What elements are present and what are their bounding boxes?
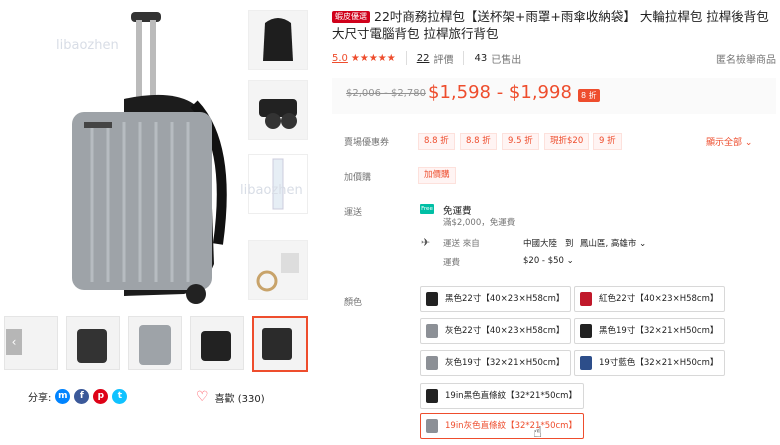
vouchers-label: 賣場優惠券 <box>344 138 390 148</box>
ship-to-label: 到 <box>565 239 574 249</box>
ship-to-value: 鳳山區, 高雄市 <box>580 239 637 249</box>
facebook-icon[interactable]: f <box>74 389 90 404</box>
chevron-down-icon: ⌄ <box>636 239 647 249</box>
thumb-4-active[interactable] <box>252 316 308 372</box>
thumbnail-strip: ‹ <box>4 316 314 372</box>
watermark-text: libaozhen <box>56 38 119 53</box>
chevron-down-icon: ⌄ <box>744 138 753 148</box>
like-button[interactable]: ♡ 喜歡 (330) <box>196 389 265 405</box>
shipping-fee-label: 運費 <box>443 258 461 268</box>
share-label: 分享: <box>28 393 52 404</box>
ship-from-value: 中國大陸 <box>523 239 558 249</box>
voucher-4[interactable]: 現折$20 <box>544 133 590 150</box>
pinterest-icon[interactable]: p <box>93 389 109 404</box>
main-product-image[interactable]: libaozhen <box>4 4 230 309</box>
addon-label: 加價購 <box>344 173 372 183</box>
option-label: 灰色19寸【32×21×H50cm】 <box>445 358 565 368</box>
color-option-black-19[interactable]: 黑色19寸【32×21×H50cm】 <box>574 318 726 344</box>
product-title: 蝦皮優選 22吋商務拉桿包【送杯架+雨罩+雨傘收納袋】 大輪拉桿包 拉桿後背包 大… <box>332 8 776 42</box>
reviews-label: 評價 <box>433 54 454 66</box>
rating-row: 5.0 ★★★★★ 22 評價 43 已售出 匿名檢舉商品 <box>332 50 776 66</box>
ship-from-label: 運送 來自 <box>443 239 480 249</box>
thumb-1[interactable] <box>66 316 120 370</box>
option-label: 黑色22寸【40×23×H58cm】 <box>445 294 565 304</box>
sold-label: 已售出 <box>491 54 522 66</box>
option-label: 19in黑色直條紋【32*21*50cm】 <box>445 391 577 401</box>
free-shipping-sub: 滿$2,000，免運費 <box>443 218 516 228</box>
option-label: 19寸藍色【32×21×H50cm】 <box>599 358 719 368</box>
color-option-gray-22[interactable]: 灰色22寸【40×23×H58cm】 <box>420 318 572 344</box>
price-original: $2,006 - $2,780 <box>346 88 426 99</box>
product-title-text: 22吋商務拉桿包【送杯架+雨罩+雨傘收納袋】 大輪拉桿包 拉桿後背包 大尺寸電腦… <box>332 9 769 41</box>
voucher-3[interactable]: 9.5 折 <box>502 133 539 150</box>
thumb-cup-holder[interactable] <box>248 80 308 140</box>
discount-badge: 8 折 <box>578 89 600 102</box>
chevron-left-icon[interactable]: ‹ <box>6 329 22 355</box>
share-bar: 分享: m f p t <box>28 389 128 404</box>
twitter-icon[interactable]: t <box>112 389 128 404</box>
shipping-label: 運送 <box>344 208 363 218</box>
price-current: $1,598 - $1,998 <box>428 82 572 103</box>
watermark-text-2: libaozhen <box>240 183 303 198</box>
rating-score[interactable]: 5.0 <box>332 53 348 64</box>
chevron-down-icon: ⌄ <box>563 256 574 266</box>
thumb-rain-cover[interactable] <box>248 10 308 70</box>
truck-icon: ✈ <box>421 236 431 249</box>
shipping-fee-select[interactable]: $20 - $50 ⌄ <box>523 256 574 266</box>
messenger-icon[interactable]: m <box>55 389 71 404</box>
free-shipping-title: 免運費 <box>443 206 472 217</box>
option-label: 灰色22寸【40×23×H58cm】 <box>445 326 565 336</box>
shipping-fee-value: $20 - $50 <box>523 256 564 266</box>
voucher-1[interactable]: 8.8 折 <box>418 133 455 150</box>
option-label: 紅色22寸【40×23×H58cm】 <box>599 294 719 304</box>
price-box: $2,006 - $2,780 $1,598 - $1,998 8 折 <box>332 78 776 114</box>
color-option-black-22[interactable]: 黑色22寸【40×23×H58cm】 <box>420 286 572 312</box>
sold-count: 43 <box>474 52 488 64</box>
option-label: 黑色19寸【32×21×H50cm】 <box>599 326 719 336</box>
free-shipping-icon: Free <box>420 204 434 214</box>
voucher-2[interactable]: 8.8 折 <box>460 133 497 150</box>
report-link[interactable]: 匿名檢舉商品 <box>716 51 776 66</box>
stars-icon: ★★★★★ <box>350 52 396 64</box>
heart-icon: ♡ <box>196 389 209 405</box>
color-option-gray-19[interactable]: 灰色19寸【32×21×H50cm】 <box>420 350 572 376</box>
color-option-gray-stripe-19[interactable]: 19in灰色直條紋【32*21*50cm】 <box>420 413 584 439</box>
thumb-3[interactable] <box>190 316 244 370</box>
color-option-blue-19[interactable]: 19寸藍色【32×21×H50cm】 <box>574 350 726 376</box>
show-all-vouchers[interactable]: 顯示全部 ⌄ <box>706 135 752 148</box>
option-label: 19in灰色直條紋【32*21*50cm】 <box>445 421 577 431</box>
reviews-count[interactable]: 22 <box>417 53 430 64</box>
color-label: 顏色 <box>344 298 363 308</box>
like-label: 喜歡 (330) <box>214 393 265 405</box>
thumb-2[interactable] <box>128 316 182 370</box>
hand-cursor-icon: ☝ <box>533 423 543 441</box>
mall-badge: 蝦皮優選 <box>332 11 370 23</box>
show-all-label: 顯示全部 <box>706 138 743 148</box>
voucher-5[interactable]: 9 折 <box>593 133 622 150</box>
color-option-black-stripe-19[interactable]: 19in黑色直條紋【32*21*50cm】 <box>420 383 584 409</box>
color-option-red-22[interactable]: 紅色22寸【40×23×H58cm】 <box>574 286 726 312</box>
thumb-accessories[interactable] <box>248 240 308 300</box>
ship-to-select[interactable]: 鳳山區, 高雄市 ⌄ <box>580 237 646 249</box>
addon-tag[interactable]: 加價購 <box>418 167 456 184</box>
